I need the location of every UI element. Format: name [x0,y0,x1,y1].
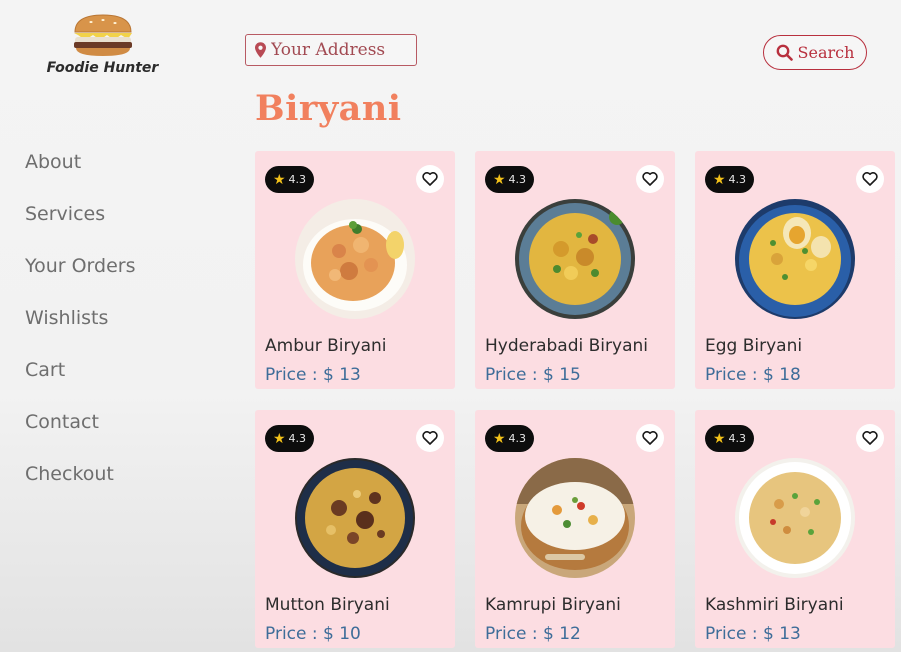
brand-logo[interactable]: Foodie Hunter [40,12,165,84]
rating-value: 4.3 [288,173,307,186]
star-icon: ★ [712,171,726,188]
dish-name: Mutton Biryani [265,595,390,615]
star-icon: ★ [272,430,286,447]
sidebar-nav: About Services Your Orders Wishlists Car… [25,146,136,510]
dish-card[interactable]: ★ 4.3 Egg Biryani Price : $ 18 [695,151,895,389]
rating-value: 4.3 [508,173,527,186]
nav-item-contact[interactable]: Contact [25,406,136,458]
price-value: 15 [559,365,581,385]
rating-value: 4.3 [508,432,527,445]
rating-badge: ★ 4.3 [485,425,534,452]
dish-name: Kamrupi Biryani [485,595,621,615]
heart-icon [422,172,438,186]
address-field[interactable] [245,34,417,66]
nav-item-checkout[interactable]: Checkout [25,458,136,510]
rating-value: 4.3 [728,432,747,445]
search-icon [776,44,793,61]
star-icon: ★ [492,171,506,188]
brand-name: Foodie Hunter [46,60,159,76]
heart-icon [642,431,658,445]
nav-item-your-orders[interactable]: Your Orders [25,250,136,302]
address-input[interactable] [271,40,411,60]
category-title: Biryani [255,88,402,129]
star-icon: ★ [492,430,506,447]
ambur-biryani-image [295,199,415,319]
dish-name: Ambur Biryani [265,336,387,356]
price-value: 18 [779,365,801,385]
wishlist-heart-button[interactable] [416,424,444,452]
price-prefix: Price : $ [265,624,334,644]
dish-card[interactable]: ★ 4.3 Kashmiri Biryani Price : $ 13 [695,410,895,648]
dish-card[interactable]: ★ 4.3 Mutton Biryani Price : $ 10 [255,410,455,648]
wishlist-heart-button[interactable] [856,424,884,452]
price-prefix: Price : $ [485,365,554,385]
heart-icon [862,431,878,445]
search-button-label: Search [797,43,855,62]
dish-price: Price : $ 13 [705,624,801,644]
dish-name: Kashmiri Biryani [705,595,844,615]
dish-price: Price : $ 15 [485,365,581,385]
dish-price: Price : $ 12 [485,624,581,644]
rating-badge: ★ 4.3 [265,166,314,193]
kashmiri-biryani-image [735,458,855,578]
burger-icon [73,14,132,56]
wishlist-heart-button[interactable] [636,424,664,452]
dish-card[interactable]: ★ 4.3 Kamrupi Biryani Price : $ 12 [475,410,675,648]
rating-badge: ★ 4.3 [265,425,314,452]
rating-value: 4.3 [288,432,307,445]
rating-badge: ★ 4.3 [705,166,754,193]
rating-badge: ★ 4.3 [485,166,534,193]
kamrupi-biryani-image [515,458,635,578]
star-icon: ★ [712,430,726,447]
dish-name: Hyderabadi Biryani [485,336,648,356]
price-value: 12 [559,624,581,644]
dish-card[interactable]: ★ 4.3 Ambur Biryani Price : $ 13 [255,151,455,389]
dish-price: Price : $ 10 [265,624,361,644]
heart-icon [422,431,438,445]
dish-price: Price : $ 18 [705,365,801,385]
wishlist-heart-button[interactable] [416,165,444,193]
rating-badge: ★ 4.3 [705,425,754,452]
price-prefix: Price : $ [485,624,554,644]
wishlist-heart-button[interactable] [636,165,664,193]
hyderabadi-biryani-image [515,199,635,319]
nav-item-cart[interactable]: Cart [25,354,136,406]
search-button[interactable]: Search [763,35,867,70]
location-pin-icon [255,42,266,58]
star-icon: ★ [272,171,286,188]
heart-icon [862,172,878,186]
wishlist-heart-button[interactable] [856,165,884,193]
rating-value: 4.3 [728,173,747,186]
nav-item-services[interactable]: Services [25,198,136,250]
dish-name: Egg Biryani [705,336,803,356]
price-prefix: Price : $ [265,365,334,385]
price-prefix: Price : $ [705,365,774,385]
mutton-biryani-image [295,458,415,578]
price-prefix: Price : $ [705,624,774,644]
price-value: 13 [339,365,361,385]
price-value: 13 [779,624,801,644]
price-value: 10 [339,624,361,644]
heart-icon [642,172,658,186]
dish-card[interactable]: ★ 4.3 Hyderabadi Biryani Price : $ 15 [475,151,675,389]
dish-price: Price : $ 13 [265,365,361,385]
nav-item-about[interactable]: About [25,146,136,198]
egg-biryani-image [735,199,855,319]
nav-item-wishlists[interactable]: Wishlists [25,302,136,354]
